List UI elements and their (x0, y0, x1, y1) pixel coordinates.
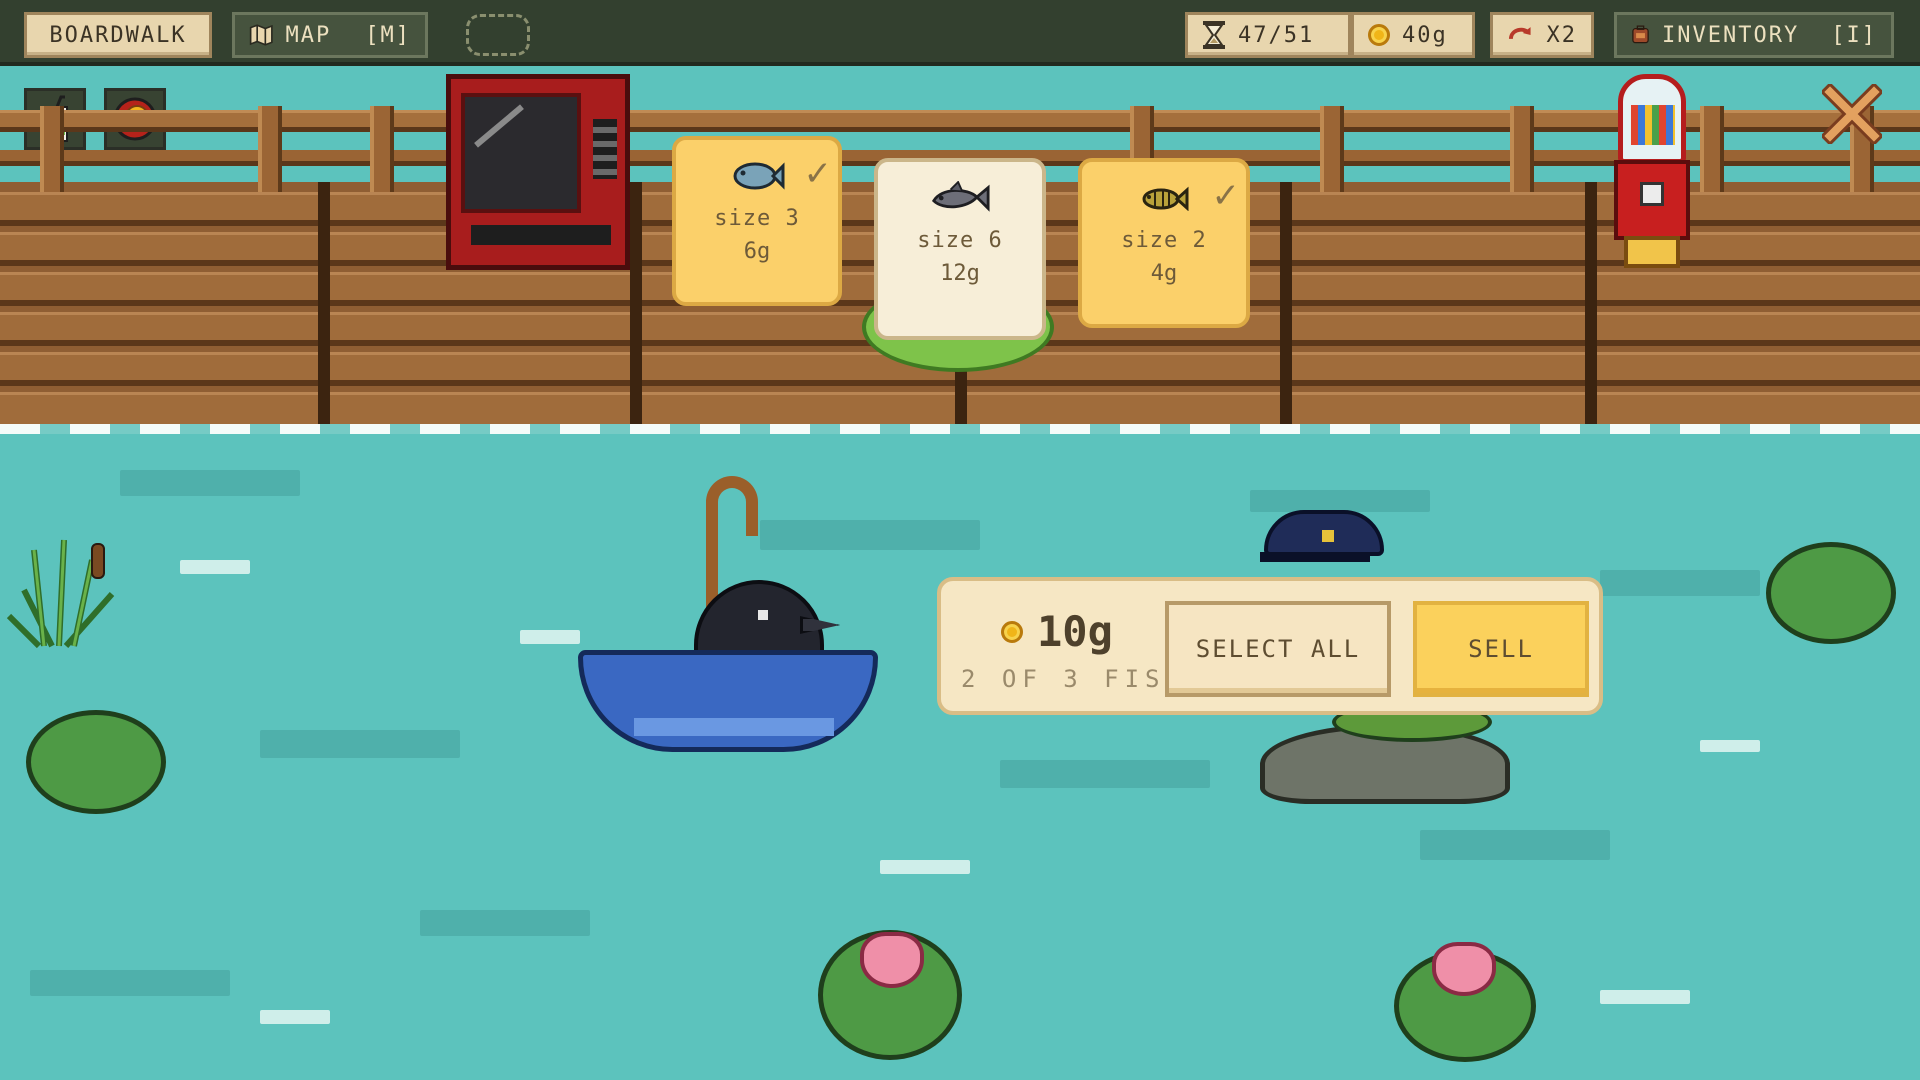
sell-total-value: 10g (1037, 607, 1113, 656)
close-icon[interactable] (1822, 84, 1882, 144)
vending-machine[interactable] (446, 74, 630, 270)
crow-in-umbrella-boat (574, 470, 884, 780)
gold-value: 40g (1402, 22, 1448, 48)
fish-size-label: size 3 (714, 206, 800, 231)
sell-label: SELL (1468, 635, 1534, 663)
fish-size-label: size 6 (917, 228, 1003, 253)
fish-price: 12g (940, 261, 980, 286)
map-label: MAP (285, 22, 332, 48)
selected-fish-count: 2 OF 3 FISH (961, 665, 1186, 693)
fish-icon (727, 162, 787, 190)
time-counter: 47/51 (1185, 12, 1351, 58)
fish-icon (1134, 184, 1194, 212)
shoreline-foam (0, 424, 1920, 434)
select-all-label: SELECT ALL (1195, 635, 1361, 663)
fish-card-3[interactable]: ✓ size 2 4g (1078, 158, 1250, 328)
sell-button[interactable]: SELL (1413, 601, 1589, 697)
map-button[interactable]: MAP [M] (232, 12, 428, 58)
sell-panel: 10g 2 OF 3 FISH SELECT ALL SELL (937, 577, 1603, 715)
select-all-button[interactable]: SELECT ALL (1165, 601, 1391, 697)
location-button[interactable]: BOARDWALK (24, 12, 212, 58)
empty-hud-slot (466, 14, 530, 56)
hourglass-icon (1203, 21, 1225, 49)
multiplier-value: X2 (1546, 22, 1577, 48)
lotus-flower (860, 932, 924, 988)
coin-icon (1001, 620, 1023, 643)
fish-price: 6g (743, 239, 771, 264)
sell-total: 10g (1001, 607, 1113, 656)
gold-counter: 40g (1351, 12, 1475, 58)
location-label: BOARDWALK (49, 22, 187, 48)
backpack-icon (1632, 25, 1649, 44)
fish-card-2[interactable]: size 6 12g (874, 158, 1046, 340)
checkmark-icon: ✓ (1211, 176, 1241, 216)
gumball-machine[interactable] (1610, 74, 1694, 274)
lily-pad (26, 710, 166, 814)
inventory-key-hint: [I] (1831, 22, 1877, 48)
checkmark-icon: ✓ (803, 154, 833, 194)
map-icon (249, 24, 273, 46)
lily-pad (1766, 542, 1896, 644)
inventory-label: INVENTORY (1662, 22, 1800, 48)
multiplier-counter: X2 (1490, 12, 1594, 58)
fish-size-label: size 2 (1121, 228, 1207, 253)
fish-price: 4g (1150, 261, 1178, 286)
lotus-flower (1432, 942, 1496, 996)
cattail-reeds (6, 539, 115, 649)
map-key-hint: [M] (365, 22, 411, 48)
fish-card-1[interactable]: ✓ size 3 6g (672, 136, 842, 306)
time-value: 47/51 (1238, 22, 1315, 48)
top-hud-bar: BOARDWALK MAP [M] 47/51 40g X2 INVENTORY… (0, 0, 1920, 66)
inventory-button[interactable]: INVENTORY [I] (1614, 12, 1894, 58)
fish-icon (930, 181, 990, 212)
recycle-arrow-icon (1508, 27, 1531, 40)
coin-icon (1368, 24, 1390, 46)
